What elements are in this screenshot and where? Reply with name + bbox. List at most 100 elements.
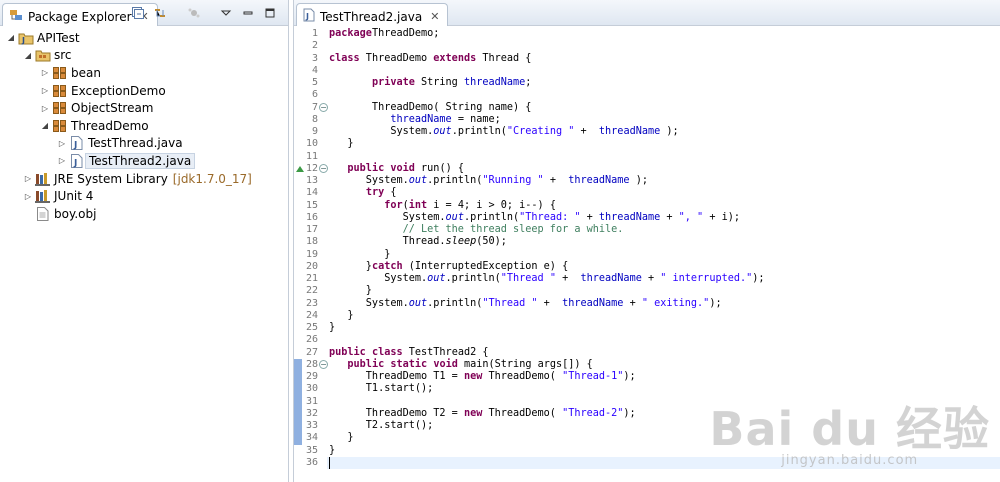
code-line[interactable]: ThreadDemo( String name) { xyxy=(329,102,531,114)
java-file-icon: J xyxy=(69,153,85,169)
code-line[interactable]: class ThreadDemo extends Thread { xyxy=(329,53,531,65)
tree-item[interactable]: ▷ J TestThread2.java xyxy=(0,152,288,170)
code-token: + xyxy=(623,297,642,309)
code-token: TestThread2 { xyxy=(402,346,489,358)
tree-item-label: APITest xyxy=(37,30,80,45)
focus-icon[interactable] xyxy=(186,5,202,21)
code-line[interactable]: for(int i = 4; i > 0; i--) { xyxy=(329,200,556,212)
code-line[interactable]: public class TestThread2 { xyxy=(329,347,489,359)
tree-item[interactable]: ◢ ThreadDemo xyxy=(0,117,288,135)
line-number: 2 xyxy=(311,40,318,52)
code-line[interactable]: } xyxy=(329,445,335,457)
code-line[interactable]: System.out.println("Running " + threadNa… xyxy=(329,175,648,187)
code-token: class xyxy=(371,346,403,358)
code-token: out xyxy=(445,211,464,223)
code-token: "Thread " xyxy=(482,297,538,309)
code-line[interactable]: System.out.println("Thread " + threadNam… xyxy=(329,298,722,310)
code-line[interactable]: T2.start(); xyxy=(329,420,433,432)
code-line[interactable]: ThreadDemo T1 = new ThreadDemo( "Thread-… xyxy=(329,371,636,383)
line-number: 6 xyxy=(311,89,318,101)
expand-open-icon[interactable]: ◢ xyxy=(6,33,16,42)
tree-item-label: ObjectStream xyxy=(71,101,154,116)
tree-item[interactable]: ▷ JUnit 4 xyxy=(0,187,288,205)
code-token: threadName xyxy=(568,175,630,186)
code-line[interactable]: } xyxy=(329,138,354,150)
collapse-all-icon[interactable] xyxy=(130,5,146,21)
code-token: (50); xyxy=(476,236,507,248)
line-number: 3 xyxy=(311,52,318,64)
code-token: package xyxy=(329,28,372,39)
code-token: + xyxy=(555,273,581,284)
tree-item[interactable]: ▷ J TestThread.java xyxy=(0,135,288,153)
code-line[interactable]: private String threadName; xyxy=(329,77,532,89)
code-token: = name; xyxy=(451,113,501,125)
tree-item[interactable]: boy.obj xyxy=(0,205,288,223)
code-line[interactable]: } xyxy=(329,285,372,297)
code-line[interactable]: threadName = name; xyxy=(329,113,501,126)
code-token: ThreadDemo; xyxy=(371,28,440,39)
code-token: "Creating " xyxy=(506,126,575,137)
code-token: } xyxy=(329,309,354,321)
line-number: 34 xyxy=(305,432,318,444)
fold-collapse-icon[interactable]: − xyxy=(319,164,328,174)
tree-item[interactable]: ▷ ExceptionDemo xyxy=(0,82,288,100)
code-token: .println( xyxy=(463,211,520,223)
line-number: 15 xyxy=(305,199,318,211)
code-line[interactable]: T1.start(); xyxy=(329,383,433,395)
code-line[interactable]: public static void main(String args[]) { xyxy=(329,358,592,371)
expand-closed-icon[interactable]: ▷ xyxy=(40,104,50,113)
code-line[interactable]: // Let the thread sleep for a while. xyxy=(329,224,624,236)
expand-closed-icon[interactable]: ▷ xyxy=(57,156,67,165)
library-icon xyxy=(35,171,51,187)
code-token: + xyxy=(580,211,599,223)
expand-closed-icon[interactable]: ▷ xyxy=(57,139,67,148)
code-line[interactable]: } xyxy=(329,322,335,334)
editor-tab-testthread2[interactable]: J TestThread2.java ✕ xyxy=(296,3,449,26)
expand-closed-icon[interactable]: ▷ xyxy=(23,174,33,183)
fold-collapse-icon[interactable]: − xyxy=(319,103,328,112)
close-icon[interactable]: ✕ xyxy=(430,10,439,23)
code-line[interactable]: } xyxy=(329,249,390,261)
override-indicator-icon[interactable] xyxy=(296,165,304,172)
code-line[interactable]: System.out.println("Creating " + threadN… xyxy=(329,126,678,138)
code-token: class xyxy=(329,52,360,64)
line-number: 26 xyxy=(305,334,318,346)
tree-item[interactable]: ▷ ObjectStream xyxy=(0,99,288,117)
code-line[interactable]: Thread.sleep(50); xyxy=(329,236,507,248)
maximize-icon[interactable] xyxy=(262,5,278,21)
line-number: 22 xyxy=(305,285,318,297)
view-menu-icon[interactable] xyxy=(218,5,234,21)
link-with-editor-icon[interactable] xyxy=(152,5,168,21)
tree-item-label: ThreadDemo xyxy=(71,118,149,133)
code-token: " interrupted." xyxy=(660,273,753,284)
fold-collapse-icon[interactable]: − xyxy=(319,360,328,370)
code-token: new xyxy=(463,407,483,419)
code-token: int xyxy=(408,199,428,211)
expand-closed-icon[interactable]: ▷ xyxy=(40,68,50,77)
code-line[interactable]: ThreadDemo T2 = new ThreadDemo( "Thread-… xyxy=(329,408,636,420)
expand-closed-icon[interactable]: ▷ xyxy=(23,192,33,201)
tree-item[interactable]: ◢ J APITest xyxy=(0,29,288,47)
code-line[interactable]: System.out.println("Thread: " + threadNa… xyxy=(329,212,740,224)
code-line[interactable]: packageThreadDemo; xyxy=(329,28,439,40)
tree-item-label: JRE System Library xyxy=(54,171,168,186)
code-line[interactable]: public void run() { xyxy=(329,163,464,175)
tree-item[interactable]: ◢ src xyxy=(0,47,288,65)
code-token: Thread. xyxy=(329,236,446,248)
minimize-icon[interactable] xyxy=(240,5,256,21)
code-line[interactable]: }catch (InterruptedException e) { xyxy=(329,261,568,273)
code-token: } xyxy=(329,260,372,272)
expand-open-icon[interactable]: ◢ xyxy=(23,51,33,60)
code-token: } xyxy=(329,138,354,150)
code-line[interactable]: } xyxy=(329,309,354,322)
code-line[interactable]: try { xyxy=(329,187,397,199)
expand-closed-icon[interactable]: ▷ xyxy=(40,86,50,95)
code-line[interactable]: System.out.println("Thread " + threadNam… xyxy=(329,273,764,285)
code-token: public xyxy=(347,358,385,370)
code-line[interactable]: } xyxy=(329,432,353,444)
code-token: } xyxy=(329,322,336,333)
tree-item[interactable]: ▷ JRE System Library [jdk1.7.0_17] xyxy=(0,170,288,188)
tree-item[interactable]: ▷ bean xyxy=(0,64,288,82)
expand-open-icon[interactable]: ◢ xyxy=(40,121,50,130)
line-number: 7 xyxy=(311,101,318,113)
